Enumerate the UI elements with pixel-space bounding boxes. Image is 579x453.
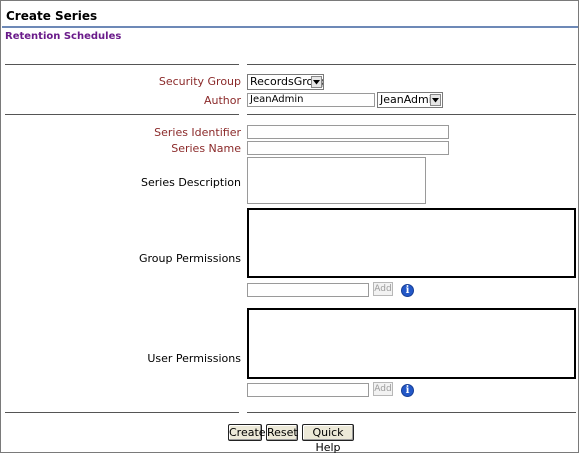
chevron-down-icon[interactable] (311, 76, 322, 88)
group-permissions-add-button[interactable]: Add (373, 282, 393, 296)
user-permissions-label: User Permissions (147, 352, 241, 365)
security-group-label: Security Group (158, 75, 241, 88)
series-description-textarea[interactable] (247, 157, 426, 204)
section-divider-right (247, 64, 576, 65)
page-title: Create Series (6, 9, 98, 23)
section-divider-left (5, 64, 239, 65)
group-permissions-label: Group Permissions (138, 252, 241, 265)
user-permissions-add-button[interactable]: Add (373, 382, 393, 396)
series-name-label: Series Name (171, 142, 241, 155)
author-select[interactable]: JeanAdmin (377, 92, 443, 108)
security-group-select[interactable]: RecordsGroup (247, 74, 324, 90)
group-permissions-list[interactable] (247, 208, 576, 278)
info-icon[interactable]: i (401, 384, 414, 397)
title-divider (2, 26, 578, 28)
series-identifier-label: Series Identifier (154, 126, 241, 139)
section-divider-right (247, 114, 576, 115)
user-permissions-input[interactable] (247, 383, 369, 397)
page-subtitle: Retention Schedules (5, 31, 122, 42)
section-divider-left (5, 114, 239, 115)
series-identifier-input[interactable] (247, 125, 449, 139)
create-button[interactable]: Create (228, 424, 266, 441)
author-input[interactable]: JeanAdmin (247, 93, 375, 107)
chevron-down-icon[interactable] (430, 94, 441, 106)
info-icon[interactable]: i (401, 284, 414, 297)
reset-button[interactable]: Reset (266, 424, 298, 441)
create-series-panel: Create Series Retention Schedules Securi… (0, 0, 579, 453)
section-divider-left (5, 412, 239, 413)
user-permissions-list[interactable] (247, 308, 576, 379)
series-description-label: Series Description (141, 176, 241, 189)
author-label: Author (203, 94, 241, 107)
group-permissions-input[interactable] (247, 283, 369, 297)
quick-help-button[interactable]: Quick Help (302, 424, 354, 453)
section-divider-right (247, 412, 576, 413)
series-name-input[interactable] (247, 141, 449, 155)
